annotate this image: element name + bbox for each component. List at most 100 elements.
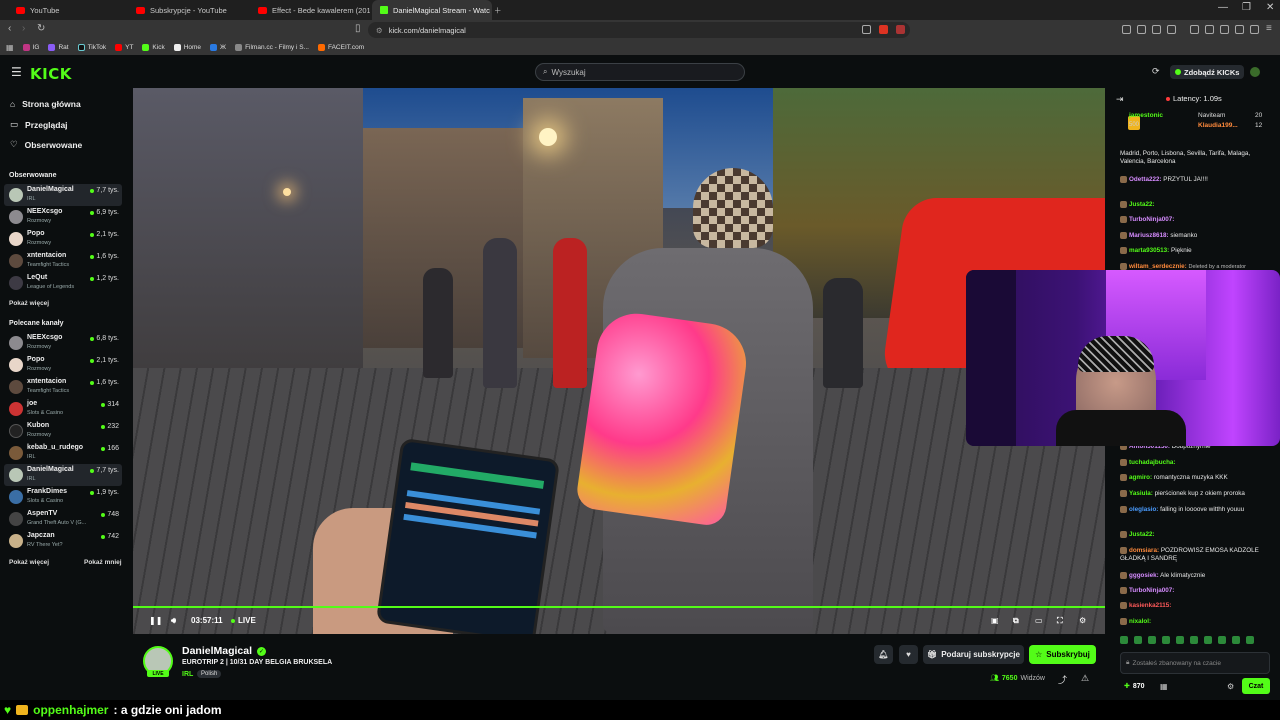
theater-mode-icon[interactable]: ▭ bbox=[1035, 616, 1043, 625]
chat-username[interactable]: Justa22: bbox=[1129, 531, 1155, 538]
bookmark-item[interactable]: FACEIT.com bbox=[317, 44, 364, 51]
url-bar[interactable]: ⚙ kick.com/danielmagical bbox=[368, 22, 910, 38]
chat-username[interactable]: TurboNinja007: bbox=[1129, 587, 1174, 594]
search-input[interactable]: ⌕ Wyszukaj bbox=[535, 63, 745, 81]
bookmark-item[interactable]: TikTok bbox=[77, 44, 106, 51]
shield-icon[interactable] bbox=[1250, 25, 1259, 34]
emote-icon[interactable] bbox=[1218, 636, 1226, 644]
chat-input[interactable]: 🔒︎ Zostałeś zbanowany na czacie bbox=[1120, 652, 1270, 674]
notification-bell-icon[interactable]: 🔔︎ bbox=[874, 645, 893, 664]
back-icon[interactable]: ‹ bbox=[8, 23, 11, 34]
apps-icon[interactable]: ▦ bbox=[6, 43, 14, 52]
extension-icon[interactable] bbox=[1235, 25, 1244, 34]
browser-tab[interactable]: Effect - Bede kawalerem (2011) - You bbox=[250, 0, 370, 20]
emote-icon[interactable] bbox=[1246, 636, 1254, 644]
reload-icon[interactable]: ↻ bbox=[37, 23, 45, 34]
browser-tab-active[interactable]: DanielMagical Stream - Watc ✕ bbox=[372, 0, 492, 20]
show-less-button[interactable]: Pokaż mniej bbox=[84, 559, 122, 566]
gift-icon[interactable]: ▦ bbox=[1160, 682, 1168, 691]
avatar[interactable] bbox=[1250, 67, 1260, 77]
gift-subscription-button[interactable]: 🎁︎ Podaruj subskrypcje bbox=[923, 645, 1024, 664]
nav-home[interactable]: ⌂ Strona główna bbox=[10, 99, 81, 109]
maximize-icon[interactable]: ❐ bbox=[1242, 2, 1251, 13]
sidebar-channel[interactable]: xntentacion Teamfight Tactics 1,6 tys. bbox=[4, 376, 122, 398]
chat-send-button[interactable]: Czat bbox=[1242, 678, 1270, 694]
emote-icon[interactable] bbox=[1176, 636, 1184, 644]
sidebar-channel[interactable]: DanielMagical IRL 7,7 tys. bbox=[4, 464, 122, 486]
chat-username[interactable]: nixalol: bbox=[1129, 618, 1151, 625]
chat-username[interactable]: tuchadajbucha: bbox=[1129, 459, 1176, 466]
channel-name[interactable]: DanielMagical bbox=[182, 645, 252, 657]
minimize-icon[interactable]: — bbox=[1218, 2, 1228, 13]
site-info-icon[interactable]: ⚙ bbox=[376, 26, 383, 35]
share-icon[interactable] bbox=[862, 25, 871, 34]
emote-icon[interactable] bbox=[1232, 636, 1240, 644]
bookmark-item[interactable]: Rat bbox=[48, 44, 69, 51]
show-more-button[interactable]: Pokaż więcej bbox=[9, 300, 49, 307]
points-display[interactable]: ✚ 870 bbox=[1124, 682, 1145, 691]
tag-badge[interactable]: Polish bbox=[197, 670, 222, 678]
chat-username[interactable]: kasienka2115: bbox=[1129, 602, 1171, 609]
progress-bar[interactable] bbox=[133, 606, 1105, 608]
sidebar-channel[interactable]: Kubon Rozmowy 232 bbox=[4, 420, 122, 442]
sidebar-channel[interactable]: Japczan RV There Yet? 742 bbox=[4, 530, 122, 552]
chat-username[interactable]: oleglasio: bbox=[1129, 506, 1158, 513]
sidebar-channel[interactable]: xntentacion Teamfight Tactics 1,6 tys. bbox=[4, 250, 122, 272]
sidebar-channel[interactable]: LeQut League of Legends 1,2 tys. bbox=[4, 272, 122, 294]
chat-username[interactable]: gggosiek: bbox=[1129, 572, 1159, 579]
bookmark-item[interactable]: Ж bbox=[210, 44, 226, 51]
pause-button[interactable]: ❚❚ bbox=[149, 616, 162, 625]
emote-icon[interactable] bbox=[1162, 636, 1170, 644]
chat-username[interactable]: domsiara: bbox=[1129, 547, 1159, 554]
bookmark-item[interactable]: YT bbox=[115, 44, 133, 51]
collapse-chat-icon[interactable]: ⇥ bbox=[1116, 94, 1124, 105]
new-tab-button[interactable]: ＋ bbox=[494, 0, 510, 20]
chat-username[interactable]: Yasiula: bbox=[1129, 490, 1153, 497]
forward-icon[interactable]: › bbox=[22, 23, 25, 34]
kick-logo[interactable]: KICK bbox=[30, 65, 72, 83]
hamburger-menu-icon[interactable]: ☰ bbox=[11, 65, 22, 79]
bookmark-icon[interactable]: ▯ bbox=[355, 23, 361, 34]
sidebar-channel[interactable]: AspenTV Grand Theft Auto V (G... 748 bbox=[4, 508, 122, 530]
chat-settings-icon[interactable]: ⚙ bbox=[1227, 682, 1234, 691]
sidebar-channel[interactable]: NEEXcsgo Rozmowy 6,8 tys. bbox=[4, 332, 122, 354]
fullscreen-icon[interactable]: ⛶ bbox=[1057, 616, 1063, 626]
nav-browse[interactable]: ▭ Przeglądaj bbox=[10, 119, 68, 130]
close-window-icon[interactable]: ✕ bbox=[1266, 2, 1274, 13]
emote-icon[interactable] bbox=[1204, 636, 1212, 644]
extension-icon[interactable] bbox=[1167, 25, 1176, 34]
chat-username[interactable]: agmiro: bbox=[1129, 474, 1152, 481]
clip-icon[interactable]: ⧉ bbox=[1013, 616, 1019, 626]
sidebar-channel[interactable]: Popo Rozmowy 2,1 tys. bbox=[4, 354, 122, 376]
extension-icon[interactable] bbox=[1137, 25, 1146, 34]
emote-icon[interactable] bbox=[1120, 636, 1128, 644]
menu-icon[interactable]: ≡ bbox=[1266, 23, 1272, 34]
sidebar-channel[interactable]: kebab_u_rudego IRL 166 bbox=[4, 442, 122, 464]
browser-tab[interactable]: YouTube bbox=[8, 0, 126, 20]
sidebar-channel[interactable]: Popo Rozmowy 2,1 tys. bbox=[4, 228, 122, 250]
settings-icon[interactable]: ⚙ bbox=[1079, 616, 1086, 625]
emote-icon[interactable] bbox=[1190, 636, 1198, 644]
extension-icon[interactable] bbox=[1122, 25, 1131, 34]
emote-icon[interactable] bbox=[1134, 636, 1142, 644]
sidebar-channel[interactable]: FrankDimes Slots & Casino 1,9 tys. bbox=[4, 486, 122, 508]
stream-category[interactable]: IRL bbox=[182, 671, 193, 678]
chat-username[interactable]: marta930513: bbox=[1129, 247, 1169, 254]
notifications-icon[interactable]: ⟳ bbox=[1152, 66, 1160, 77]
subscribe-button[interactable]: ☆ Subskrybuj bbox=[1029, 645, 1096, 664]
sidebar-channel[interactable]: joe Slots & Casino 314 bbox=[4, 398, 122, 420]
pip-icon[interactable]: ▣ bbox=[991, 616, 999, 625]
bookmark-item[interactable]: IG bbox=[22, 44, 39, 51]
video-player[interactable]: ❚❚ 🔊︎ 03:57:11 LIVE ▣ ⧉ ▭ ⛶ ⚙ bbox=[133, 88, 1105, 634]
extension-icon[interactable] bbox=[896, 25, 905, 34]
follow-heart-icon[interactable]: ♥ bbox=[899, 645, 918, 664]
media-icon[interactable] bbox=[1190, 25, 1199, 34]
extension-icon[interactable] bbox=[1220, 25, 1229, 34]
nav-following[interactable]: ♡ Obserwowane bbox=[10, 139, 82, 150]
chat-username[interactable]: Odetta222: bbox=[1129, 176, 1162, 183]
bookmark-item[interactable]: Kick bbox=[142, 44, 165, 51]
browser-tab[interactable]: Subskrypcje - YouTube bbox=[128, 0, 248, 20]
bookmark-item[interactable]: Home bbox=[173, 44, 201, 51]
show-more-button[interactable]: Pokaż więcej bbox=[9, 559, 49, 566]
sidebar-channel[interactable]: NEEXcsgo Rozmowy 6,9 tys. bbox=[4, 206, 122, 228]
